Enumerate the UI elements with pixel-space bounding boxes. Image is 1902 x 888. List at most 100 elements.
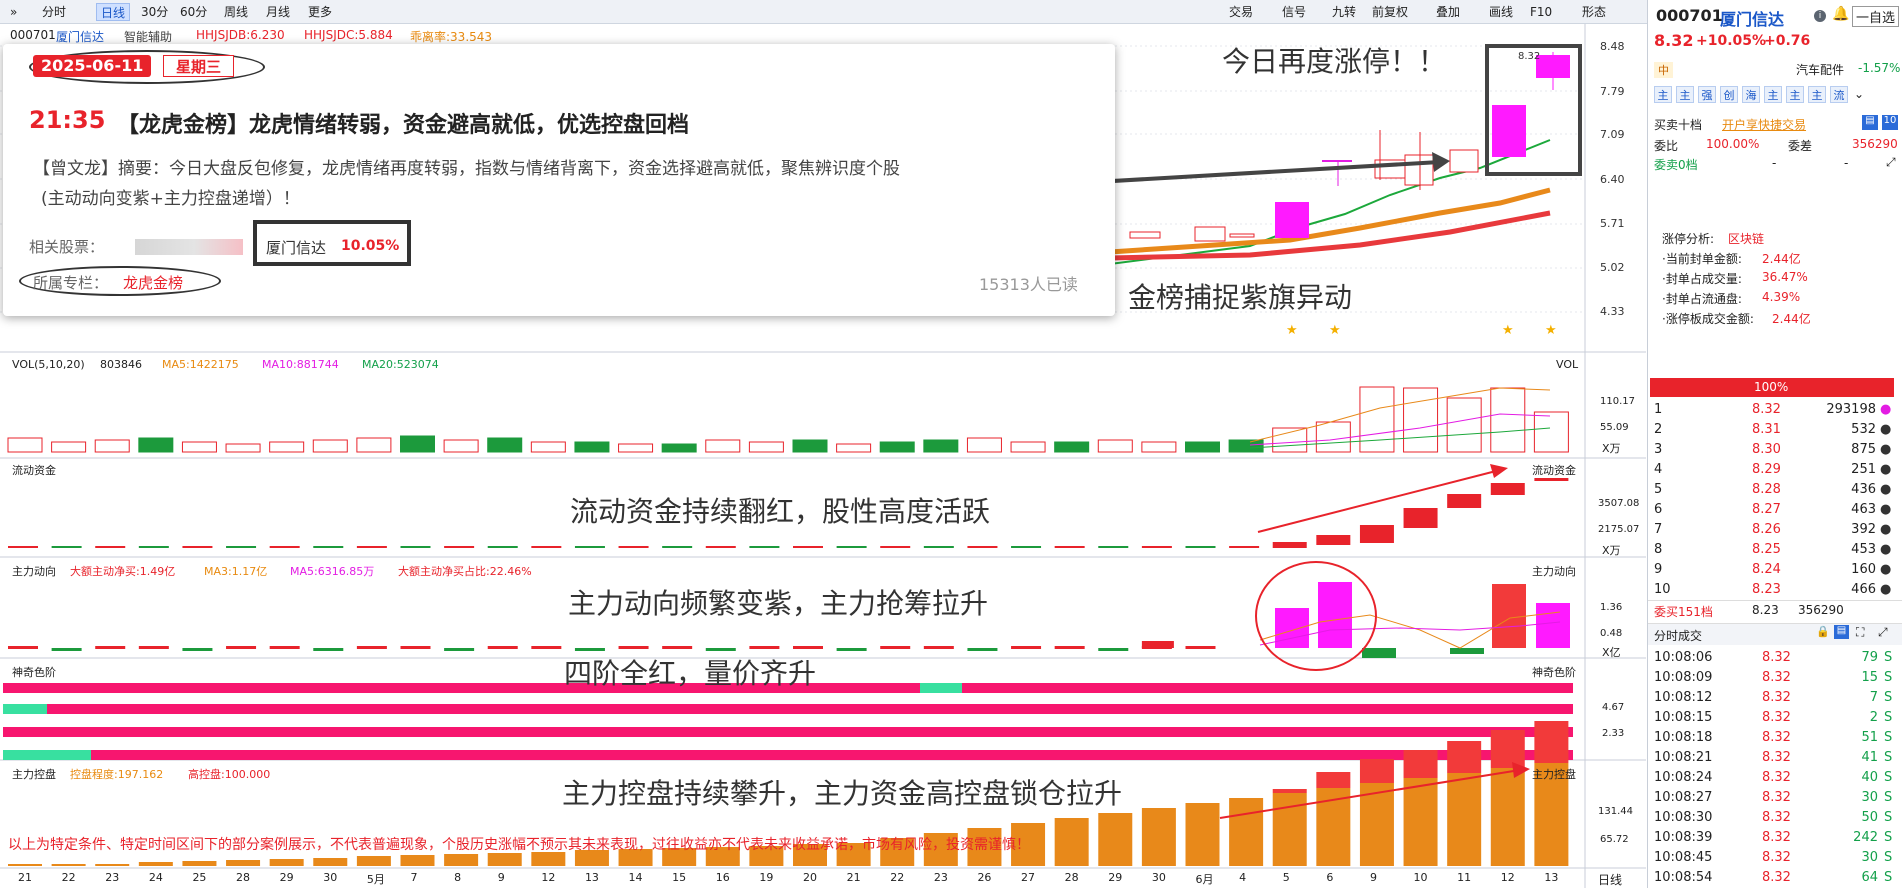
level: 7 [1654, 522, 1663, 537]
main-force-bar [531, 646, 562, 649]
dot-icon: ● [1880, 522, 1892, 537]
quick-tab[interactable]: 主 [1764, 86, 1782, 103]
flow-axis-1: 3507.08 [1598, 498, 1640, 509]
order-book-row: 3 8.30 875 ● [1648, 440, 1902, 460]
bid-volume: 436 [1851, 482, 1876, 497]
quick-tab[interactable]: 主 [1654, 86, 1672, 103]
control-bar [1490, 768, 1525, 866]
flow-bar [749, 546, 780, 548]
control-bar [1403, 778, 1438, 866]
level10-label[interactable]: 买卖十档 [1654, 116, 1702, 133]
wb-label: 委比 [1654, 139, 1679, 153]
lock-icon[interactable]: 🔒 [1816, 625, 1830, 638]
bell-icon[interactable]: 🔔 [1832, 6, 1849, 22]
control-bar [269, 859, 304, 866]
news-summary-2: (主动动向变紫+主力控盘递增）！ [41, 189, 300, 209]
tick-row: 10:08:54 8.32 64 S [1648, 868, 1902, 888]
control-bar [51, 864, 86, 866]
main-force-bar [8, 646, 38, 649]
mf-ma3: MA3:1.17亿 [204, 565, 268, 578]
quick-tab[interactable]: 创 [1720, 86, 1738, 103]
column-name[interactable]: 龙虎金榜 [123, 272, 183, 293]
flow-bar [226, 546, 257, 548]
main-force-bar [356, 646, 387, 649]
tick-time: 10:08:06 [1654, 650, 1713, 665]
control-high-bar [1316, 772, 1351, 788]
flow-title: 流动资金 [12, 464, 56, 477]
volume-bar [1533, 411, 1569, 453]
mf-tag: 主力动向 [1532, 565, 1576, 578]
main-force-bar [1185, 646, 1216, 649]
dot-icon: ● [1880, 542, 1892, 557]
level: 9 [1654, 562, 1663, 577]
tick-time: 10:08:39 [1654, 830, 1713, 845]
tick-time: 10:08:24 [1654, 770, 1713, 785]
x-axis-label: 9 [1369, 871, 1377, 884]
close-ticks-icon[interactable]: ⤢ [1878, 625, 1888, 640]
related-label: 相关股票： [29, 238, 105, 256]
main-force-circle [1255, 561, 1377, 671]
control-bar [487, 853, 522, 866]
tick-volume: 30 [1861, 850, 1878, 865]
volume-bar [1403, 387, 1439, 453]
add-watchlist-button[interactable]: 一自选 [1852, 6, 1900, 27]
limit-title: 涨停分析: [1662, 232, 1715, 246]
bid-volume: 392 [1851, 522, 1876, 537]
order-book-row: 7 8.26 392 ● [1648, 520, 1902, 540]
volume-bar [1315, 421, 1351, 453]
tick-row: 10:08:21 8.32 41 S [1648, 748, 1902, 768]
period-label[interactable]: 日线 [1598, 871, 1622, 888]
main-force-bar [313, 648, 344, 651]
volume-bar [1185, 441, 1220, 453]
level-badge[interactable]: 10 [1882, 115, 1898, 130]
quick-tab[interactable]: 主 [1808, 86, 1826, 103]
tick-volume: 50 [1861, 810, 1878, 825]
tick-row: 10:08:12 8.32 7 S [1648, 688, 1902, 708]
quick-tab[interactable]: 主 [1786, 86, 1804, 103]
tick-time: 10:08:27 [1654, 790, 1713, 805]
expand-icon[interactable]: ⤢ [1886, 155, 1896, 170]
x-axis-label: 28 [1064, 871, 1079, 884]
list-icon[interactable]: ▤ [1834, 625, 1849, 639]
volume-bar [7, 437, 43, 453]
quick-tab[interactable]: 流 [1830, 86, 1848, 103]
panel-mode-icon[interactable]: ▤ [1862, 115, 1878, 130]
sector-name[interactable]: 汽车配件 [1796, 61, 1844, 78]
main-force-bar [574, 648, 605, 651]
news-card[interactable]: 2025-06-11 星期三 21:35 【龙虎金榜】龙虎情绪转弱，资金避高就低… [3, 44, 1115, 316]
chevron-down-icon[interactable]: ⌄ [1854, 87, 1864, 101]
related-stock-name[interactable]: 厦门信达 [266, 237, 326, 258]
quick-tab[interactable]: 强 [1698, 86, 1716, 103]
seal-amt-label: ·当前封单金额: [1662, 252, 1742, 266]
main-force-bar [1362, 648, 1396, 658]
annotation-flow: 流动资金持续翻红，股性高度活跃 [570, 495, 991, 528]
main-force-bar [1011, 646, 1042, 649]
info-icon[interactable]: i [1814, 10, 1826, 22]
limit-concept[interactable]: 区块链 [1728, 230, 1764, 247]
quick-tab[interactable]: 主 [1676, 86, 1694, 103]
tick-price: 8.32 [1762, 810, 1791, 825]
news-title[interactable]: 【龙虎金榜】龙虎情绪转弱，资金避高就低，优选控盘回档 [117, 107, 689, 139]
flow-bar [1316, 535, 1351, 545]
main-force-bar [923, 646, 954, 649]
x-axis-label: 6月 [1195, 873, 1214, 886]
limit-amt-label: ·涨停板成交金额: [1662, 312, 1754, 326]
flow-bar [705, 546, 736, 548]
x-axis-label: 10 [1413, 871, 1428, 884]
volume-bar [356, 437, 392, 453]
ctrl-tag: 主力控盘 [1532, 768, 1576, 781]
main-force-bar [1054, 646, 1085, 649]
quick-tab[interactable]: 海 [1742, 86, 1760, 103]
sector-pct: -1.57% [1858, 61, 1901, 75]
level: 2 [1654, 422, 1663, 437]
tick-side: S [1884, 650, 1893, 665]
mf-title: 主力动向 [12, 565, 56, 578]
rp-name: 厦门信达 [1720, 10, 1785, 29]
fullscreen-icon[interactable]: ⛶ [1856, 625, 1864, 640]
x-axis-label: 4 [1239, 871, 1247, 884]
tick-side: S [1884, 730, 1893, 745]
tick-price: 8.32 [1762, 790, 1791, 805]
volume-bar [836, 443, 872, 453]
open-account-link[interactable]: 开户享快捷交易 [1722, 116, 1806, 133]
volume-bar [1141, 441, 1177, 453]
